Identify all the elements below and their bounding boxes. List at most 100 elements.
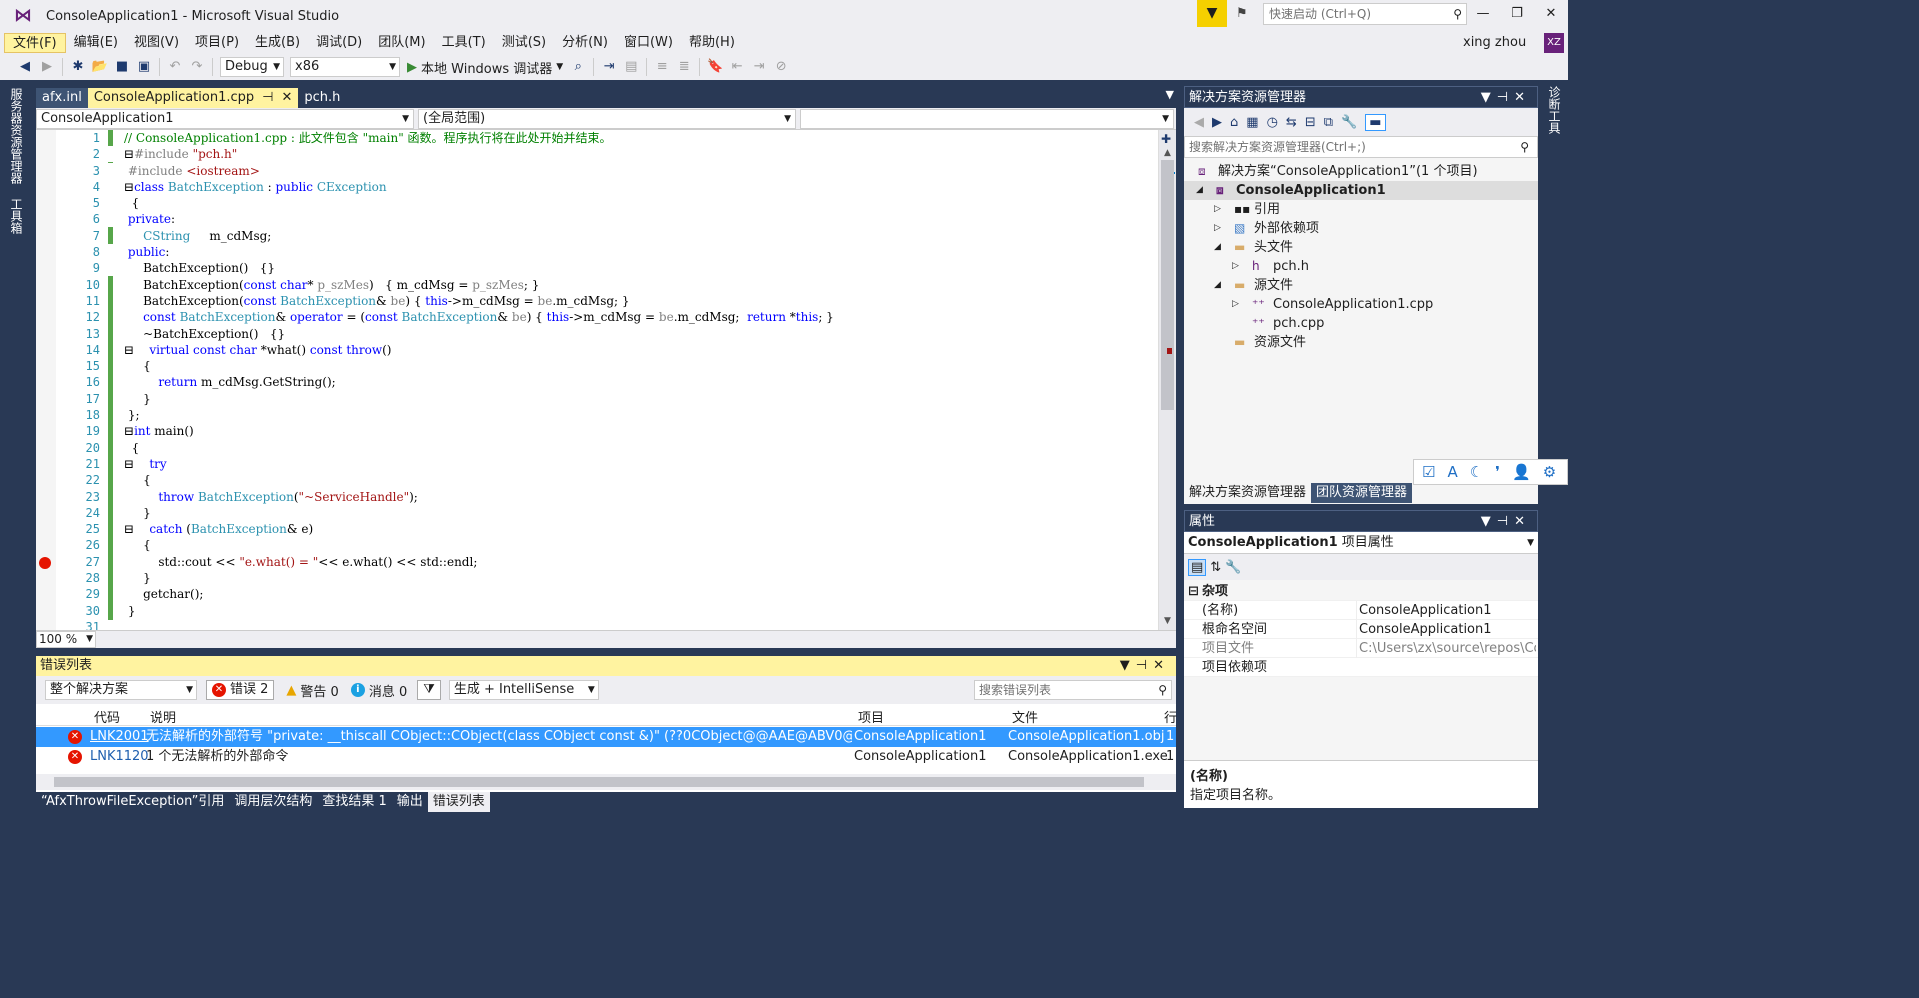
prev-bookmark-icon[interactable]: ⇤ (728, 57, 746, 77)
close-icon[interactable]: ✕ (1514, 90, 1531, 105)
property-category[interactable]: ⊟ 杂项 (1184, 582, 1538, 601)
tab-solution-explorer[interactable]: 解决方案资源管理器 (1184, 483, 1312, 503)
pin-icon[interactable]: ⊣ (1497, 90, 1514, 105)
menu-test[interactable]: 测试(S) (494, 33, 554, 53)
comment-icon[interactable]: ≡ (653, 57, 671, 77)
tab-output[interactable]: 输出 (392, 792, 428, 812)
code-editor[interactable]: 1 2 3 4 5 6 7 8 9 10 11 12 13 14 15 16 17 18 19 20 21 22 23 24 2… (36, 130, 1176, 630)
home-icon[interactable]: ⌂ (1230, 115, 1238, 130)
menu-edit[interactable]: 编辑(E) (66, 33, 126, 53)
tree-item-header-files[interactable]: ◢ ▬ 头文件 (1184, 238, 1538, 257)
toolbox-tab[interactable]: 工具箱 (8, 198, 25, 234)
column-line[interactable]: 行 (1164, 707, 1177, 726)
tab-error-list[interactable]: 错误列表 (427, 792, 490, 812)
error-code-link[interactable]: LNK1120 (90, 747, 149, 767)
scroll-down-icon[interactable]: ▼ (1164, 616, 1171, 626)
tab-team-explorer[interactable]: 团队资源管理器 (1311, 483, 1413, 503)
collapse-all-icon[interactable]: ⊟ (1305, 115, 1316, 130)
tab-call-hierarchy[interactable]: 调用层次结构 (229, 792, 317, 812)
scroll-up-icon[interactable]: ▲ (1164, 148, 1171, 158)
tab-list-dropdown-icon[interactable]: ▼ (1166, 88, 1174, 101)
forward-icon[interactable]: ▶ (1212, 115, 1222, 130)
collapse-icon[interactable]: ⊟ (1188, 582, 1199, 601)
scope-nav-select[interactable]: (全局范围) ▼ (418, 109, 796, 129)
tab-pch-h[interactable]: pch.h (298, 88, 346, 108)
column-project[interactable]: 项目 (858, 707, 884, 726)
warnings-filter-button[interactable]: ▲ 警告 0 (286, 681, 338, 700)
properties-wrench-icon[interactable]: 🔧 (1341, 115, 1357, 130)
open-file-icon[interactable]: 📂 (91, 57, 109, 77)
menu-window[interactable]: 窗口(W) (616, 33, 681, 53)
error-row[interactable]: ✕ LNK2001 无法解析的外部符号 "private: __thiscall… (36, 727, 1176, 747)
expanded-arrow-icon[interactable]: ◢ (1214, 238, 1221, 257)
split-editor-icon[interactable]: ✚ (1161, 132, 1171, 146)
pin-icon[interactable]: ⊣ (1136, 658, 1153, 673)
indicator-margin[interactable] (36, 130, 56, 630)
tree-item-consoleapplication1-cpp[interactable]: ▷ ⁺⁺ ConsoleApplication1.cpp (1184, 295, 1538, 314)
stop-icon[interactable]: ▤ (622, 57, 640, 77)
error-scope-select[interactable]: 整个解决方案 ▼ (45, 680, 197, 700)
categorized-icon[interactable]: ▤ (1188, 558, 1207, 576)
column-code[interactable]: 代码 (94, 707, 120, 726)
breakpoint-icon[interactable] (39, 557, 51, 569)
alphabetical-icon[interactable]: ⇅ (1210, 560, 1221, 575)
punctuation-icon[interactable]: ❜ (1495, 463, 1500, 481)
back-icon[interactable]: ◀ (1194, 115, 1204, 130)
step-icon[interactable]: ⇥ (600, 57, 618, 77)
tree-item-references[interactable]: ▷ ▪▪ 引用 (1184, 200, 1538, 219)
errors-filter-button[interactable]: ✕ 错误 2 (206, 680, 275, 700)
maximize-button[interactable]: ❐ (1500, 0, 1534, 28)
panel-menu-icon[interactable]: ▼ (1481, 514, 1497, 529)
notifications-filter-icon[interactable]: ▼ (1197, 0, 1227, 27)
save-icon[interactable]: ■ (113, 57, 131, 77)
tree-item-external-dependencies[interactable]: ▷ ▧ 外部依赖项 (1184, 219, 1538, 238)
next-bookmark-icon[interactable]: ⇥ (750, 57, 768, 77)
collapsed-arrow-icon[interactable]: ▷ (1214, 200, 1221, 219)
menu-team[interactable]: 团队(M) (370, 33, 433, 53)
property-row[interactable]: 根命名空间 ConsoleApplication1 (1184, 620, 1538, 639)
menu-view[interactable]: 视图(V) (126, 33, 187, 53)
solution-search-input[interactable]: 搜索解决方案资源管理器(Ctrl+;) ⚲ (1184, 136, 1538, 158)
tab-afx-inl[interactable]: afx.inl (36, 88, 88, 108)
collapsed-arrow-icon[interactable]: ▷ (1232, 257, 1239, 276)
expanded-arrow-icon[interactable]: ◢ (1214, 276, 1221, 295)
menu-tools[interactable]: 工具(T) (434, 33, 494, 53)
uncomment-icon[interactable]: ≣ (675, 57, 693, 77)
solution-platform-select[interactable]: x86 ▼ (290, 57, 400, 77)
member-nav-select[interactable]: ▼ (800, 109, 1174, 129)
show-all-files-icon[interactable]: ⧉ (1324, 115, 1333, 130)
moon-icon[interactable]: ☾ (1470, 463, 1483, 481)
user-icon[interactable]: 👤 (1512, 463, 1531, 481)
close-tab-icon[interactable]: ✕ (281, 88, 292, 108)
property-pages-wrench-icon[interactable]: 🔧 (1225, 560, 1241, 575)
start-debugger-button[interactable]: ▶ 本地 Windows 调试器 ▼ (407, 58, 563, 77)
redo-icon[interactable]: ↷ (188, 57, 206, 77)
new-project-icon[interactable]: ✱ (69, 57, 87, 77)
column-file[interactable]: 文件 (1012, 707, 1038, 726)
sync-icon[interactable]: ⇆ (1286, 115, 1297, 130)
close-icon[interactable]: ✕ (1153, 658, 1170, 673)
back-icon[interactable]: ◀ (16, 57, 34, 77)
properties-object-select[interactable]: ConsoleApplication1 项目属性 ▼ (1184, 532, 1538, 554)
close-icon[interactable]: ✕ (1514, 514, 1531, 529)
undo-icon[interactable]: ↶ (166, 57, 184, 77)
menu-debug[interactable]: 调试(D) (308, 33, 370, 53)
editor-vertical-scrollbar[interactable]: ✚ ▲ ▼ (1158, 130, 1176, 630)
panel-menu-icon[interactable]: ▼ (1481, 90, 1497, 105)
solution-config-select[interactable]: Debug ▼ (220, 57, 284, 77)
error-code-link[interactable]: LNK2001 (90, 727, 149, 747)
tree-item-resource-files[interactable]: ▬ 资源文件 (1184, 333, 1538, 352)
switch-views-icon[interactable]: ▦ (1246, 115, 1258, 130)
menu-analyze[interactable]: 分析(N) (554, 33, 616, 53)
error-filter-toggle-button[interactable]: ⧩ (417, 680, 441, 700)
avatar[interactable]: XZ (1544, 33, 1564, 53)
messages-filter-button[interactable]: i 消息 0 (350, 681, 407, 700)
panel-menu-icon[interactable]: ▼ (1120, 658, 1136, 673)
settings-gear-icon[interactable]: ⚙ (1543, 463, 1556, 481)
tree-item-pch-h[interactable]: ▷ h pch.h (1184, 257, 1538, 276)
tab-find-results[interactable]: 查找结果 1 (317, 792, 391, 812)
expanded-arrow-icon[interactable]: ◢ (1196, 181, 1203, 200)
close-button[interactable]: ✕ (1534, 0, 1568, 28)
pin-icon[interactable]: ⊣ (1497, 514, 1514, 529)
server-explorer-tab[interactable]: 服务器资源管理器 (8, 88, 25, 184)
